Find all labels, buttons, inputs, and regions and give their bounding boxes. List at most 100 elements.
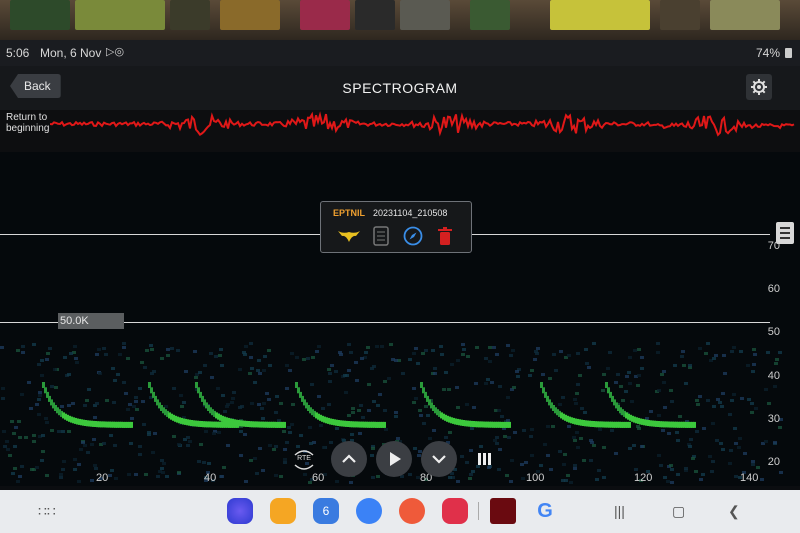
app-icon-recent-bat-app[interactable] xyxy=(490,498,516,524)
spectrogram-noise xyxy=(396,437,400,440)
spectrogram-noise xyxy=(98,372,102,375)
spectrogram-noise xyxy=(701,473,705,476)
spectrogram-noise xyxy=(327,403,331,406)
back-nav-icon[interactable]: ❮ xyxy=(728,503,740,520)
spectrogram-noise xyxy=(371,476,375,479)
scroll-up-button[interactable] xyxy=(331,441,367,477)
call-sweep-mark xyxy=(540,382,543,388)
spectrogram-noise xyxy=(1,397,5,400)
spectrogram-noise xyxy=(255,472,259,475)
spectrogram-noise xyxy=(97,348,101,351)
spectrogram-noise xyxy=(50,385,54,388)
spectrogram-noise xyxy=(734,442,738,445)
spectrogram-noise xyxy=(35,466,39,469)
app-icon-contacts[interactable] xyxy=(399,498,425,524)
spectrogram-noise xyxy=(30,468,34,471)
app-icon-messages[interactable] xyxy=(356,498,382,524)
pause-icon xyxy=(478,453,491,465)
spectrogram-noise xyxy=(711,460,715,463)
y-tick: 20 xyxy=(767,456,780,468)
spectrogram-noise xyxy=(109,434,113,437)
spectrogram-noise xyxy=(752,348,756,351)
spectrogram-noise xyxy=(637,427,641,430)
spectrogram-noise xyxy=(753,353,757,356)
compass-icon[interactable] xyxy=(403,226,423,246)
spectrogram-noise xyxy=(257,359,261,362)
spectrogram-noise xyxy=(558,450,562,453)
spectrogram-noise xyxy=(122,346,126,349)
spectrogram-noise xyxy=(589,459,593,462)
spectrogram-noise xyxy=(670,400,674,403)
spectrogram-noise xyxy=(21,345,25,348)
spectrogram-noise xyxy=(630,400,634,403)
spectrogram-noise xyxy=(59,473,63,476)
spectrogram-noise xyxy=(728,462,732,465)
spectrogram-noise xyxy=(149,344,153,347)
spectrogram-noise xyxy=(40,359,44,362)
scroll-down-button[interactable] xyxy=(421,441,457,477)
google-icon[interactable]: G xyxy=(532,498,558,524)
spectrogram-noise xyxy=(263,355,267,358)
spectrogram-noise xyxy=(637,348,641,351)
spectrogram-noise xyxy=(160,459,164,462)
y-tick: 40 xyxy=(767,370,780,382)
apps-grid-icon[interactable]: ∷∷ xyxy=(38,503,56,520)
app-icon-calendar[interactable]: 6 xyxy=(313,498,339,524)
spectrogram-noise xyxy=(530,369,534,372)
spectrogram-noise xyxy=(130,417,134,420)
spectrogram-noise xyxy=(186,444,190,447)
spectrogram-noise xyxy=(366,346,370,349)
spectrogram-noise xyxy=(696,403,700,406)
id-card-icon[interactable] xyxy=(373,226,389,246)
play-button[interactable] xyxy=(376,441,412,477)
waveform-overview[interactable]: Return to beginning xyxy=(0,110,800,152)
settings-button[interactable] xyxy=(746,74,772,100)
spectrogram-noise xyxy=(730,399,734,402)
bat-icon[interactable] xyxy=(337,228,361,244)
spectrogram-noise xyxy=(18,475,22,478)
spectrogram-noise xyxy=(663,406,667,409)
app-icon-camera[interactable] xyxy=(442,498,468,524)
trash-icon[interactable] xyxy=(437,226,453,246)
spectrogram-noise xyxy=(360,357,364,360)
pause-button[interactable] xyxy=(466,441,502,477)
taskbar-divider xyxy=(478,502,479,520)
spectrogram-noise xyxy=(490,381,494,384)
spectrogram-noise xyxy=(217,431,221,434)
spectrogram-noise xyxy=(750,411,754,414)
spectrogram-noise xyxy=(695,430,699,433)
spectrogram-noise xyxy=(328,380,332,383)
spectrogram-noise xyxy=(194,376,198,379)
spectrogram-noise xyxy=(448,476,452,479)
spectrogram-noise xyxy=(48,347,52,350)
rte-button[interactable]: RTE xyxy=(287,443,321,477)
spectrogram-noise xyxy=(172,435,176,438)
spectrogram-noise xyxy=(660,373,664,376)
spectrogram-noise xyxy=(442,388,446,391)
app-icon-internet[interactable] xyxy=(227,498,253,524)
spectrogram-noise xyxy=(6,448,10,451)
spectrogram-noise xyxy=(0,346,4,349)
spectrogram-noise xyxy=(414,397,418,400)
app-bar: Back SPECTROGRAM xyxy=(0,66,800,110)
play-icon xyxy=(390,452,401,466)
recents-nav-icon[interactable]: ||| xyxy=(614,503,625,519)
spectrogram-noise xyxy=(760,478,764,481)
home-nav-icon[interactable]: ▢ xyxy=(672,503,685,520)
spectrogram-noise xyxy=(380,345,384,348)
spectrogram-noise xyxy=(53,368,57,371)
spectrogram-noise xyxy=(69,352,73,355)
spectrogram-noise xyxy=(371,447,375,450)
spectrogram-noise xyxy=(597,469,601,472)
spectrogram-noise xyxy=(680,355,684,358)
spectrogram-noise xyxy=(616,373,620,376)
spectrogram-noise xyxy=(774,362,778,365)
spectrogram-noise xyxy=(497,409,501,412)
app-icon-files[interactable] xyxy=(270,498,296,524)
gear-icon xyxy=(751,79,767,95)
spectrogram-noise xyxy=(563,453,567,456)
spectrogram-noise xyxy=(627,371,631,374)
spectrogram-noise xyxy=(412,401,416,404)
spectrogram-noise xyxy=(691,457,695,460)
spectrogram-noise xyxy=(756,466,760,469)
